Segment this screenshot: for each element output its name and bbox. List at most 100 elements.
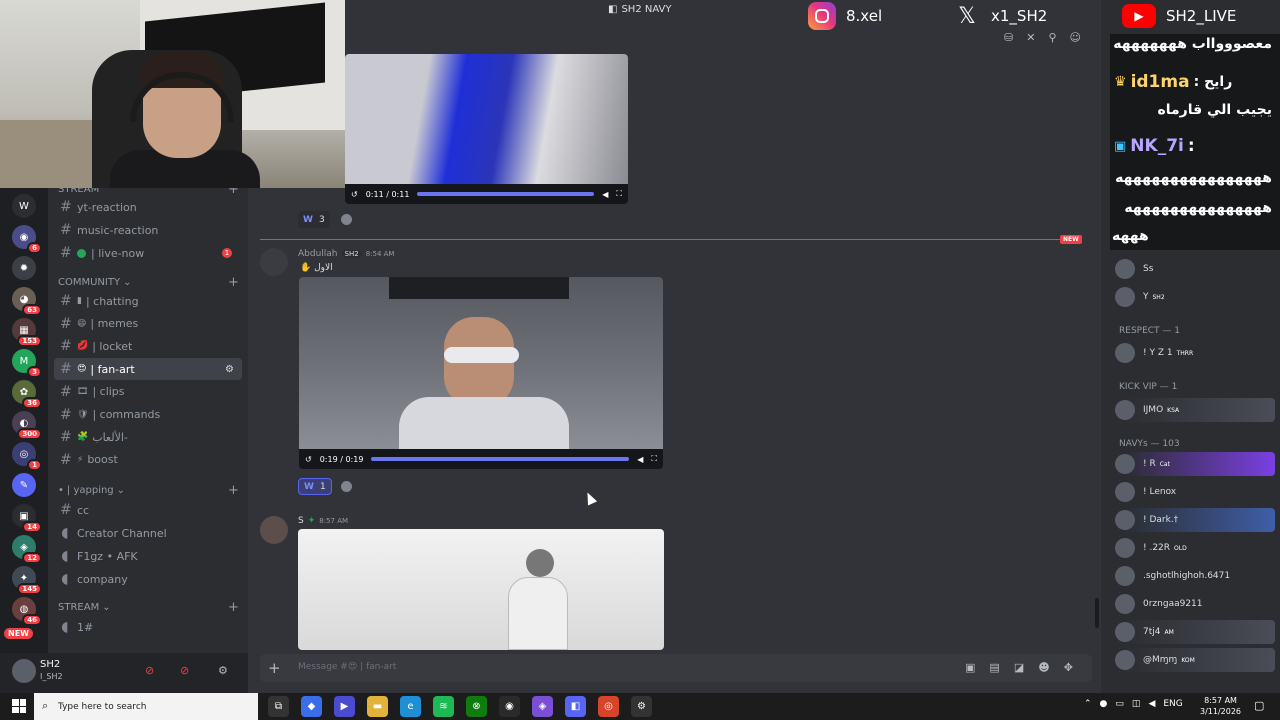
- xbox-icon[interactable]: ⊗: [466, 696, 487, 717]
- discord-icon[interactable]: ◧: [565, 696, 586, 717]
- spotify-icon[interactable]: ≋: [433, 696, 454, 717]
- attach-icon[interactable]: +: [268, 659, 281, 677]
- members-icon[interactable]: ☺: [1070, 31, 1081, 44]
- channel-item[interactable]: # 🛡 | commands: [54, 404, 242, 426]
- member-row[interactable]: ! Y Z 1 THRR: [1107, 341, 1275, 365]
- volume-icon[interactable]: ◀: [1148, 699, 1155, 709]
- member-row[interactable]: ! .22R OLD: [1107, 536, 1275, 560]
- add-reaction-icon[interactable]: [341, 481, 352, 492]
- add-channel-icon[interactable]: +: [228, 483, 239, 498]
- obs-icon[interactable]: ◉: [499, 696, 520, 717]
- member-row[interactable]: .sghotlhighoh.6471: [1107, 564, 1275, 588]
- channel-item[interactable]: # 😍 | fan-art ⚙: [54, 358, 242, 381]
- add-channel-icon[interactable]: +: [228, 275, 239, 290]
- server-icon[interactable]: ✎: [12, 473, 36, 497]
- edge-icon[interactable]: e: [400, 696, 421, 717]
- channel-item[interactable]: # music-reaction: [54, 219, 242, 241]
- voice-channel[interactable]: ◖ F1gz • AFK: [54, 545, 242, 567]
- pin-icon[interactable]: ⚲: [1048, 31, 1056, 44]
- member-row[interactable]: ! R Cat: [1107, 452, 1275, 476]
- apps-icon[interactable]: ✥: [1064, 661, 1073, 674]
- member-row[interactable]: IJMO KSA: [1107, 398, 1275, 422]
- language-indicator[interactable]: ENG: [1163, 699, 1182, 709]
- member-row[interactable]: 0rzngaa9211: [1107, 592, 1275, 616]
- channel-item[interactable]: # yt-reaction: [54, 196, 242, 218]
- server-icon[interactable]: ✹: [12, 256, 36, 280]
- reaction-chip[interactable]: W 3: [298, 211, 330, 228]
- settings-icon[interactable]: ⚙: [218, 664, 228, 677]
- member-row[interactable]: Ss: [1107, 257, 1275, 281]
- chevron-up-icon[interactable]: ⌃: [1084, 699, 1092, 709]
- network-icon[interactable]: ◫: [1132, 699, 1141, 709]
- new-pill[interactable]: NEW: [4, 628, 33, 639]
- media-player-icon[interactable]: ▶: [334, 696, 355, 717]
- member-row[interactable]: 7tj4 AM: [1107, 620, 1275, 644]
- reaction-chip[interactable]: W 1: [298, 478, 332, 495]
- taskbar-search[interactable]: ⌕ Type here to search: [34, 693, 258, 720]
- threads-icon[interactable]: ⛁: [1004, 31, 1013, 44]
- channel-item[interactable]: # 🎞 | clips: [54, 381, 242, 403]
- server-icon[interactable]: ✦ 145: [12, 566, 42, 595]
- mic-muted-icon[interactable]: ⊘: [145, 664, 154, 677]
- member-row[interactable]: ! Dark.†: [1107, 508, 1275, 532]
- settings-icon[interactable]: ⚙: [225, 364, 234, 375]
- server-icon[interactable]: ◎ 1: [12, 442, 42, 471]
- deafened-icon[interactable]: ⊘: [180, 664, 189, 677]
- server-icon[interactable]: M3: [12, 349, 42, 378]
- video-attachment[interactable]: ↺ 0:19 / 0:19 ◀ ⛶: [299, 277, 663, 469]
- chrome-icon[interactable]: ◎: [598, 696, 619, 717]
- emoji-icon[interactable]: ☻: [1038, 661, 1049, 674]
- voice-channel[interactable]: ◖ Creator Channel: [54, 522, 242, 544]
- category-yapping[interactable]: • | yapping ⌄ +: [58, 483, 239, 498]
- voice-channel[interactable]: ◖ company: [54, 568, 242, 590]
- member-row[interactable]: @Mɱɱ KOM: [1107, 648, 1275, 672]
- channel-item[interactable]: # 😄 | memes: [54, 313, 242, 335]
- channel-item[interactable]: # 💋 | locket: [54, 335, 242, 357]
- server-icon[interactable]: ◈ 12: [12, 535, 42, 564]
- replay-icon[interactable]: ↺: [305, 455, 312, 464]
- gift-icon[interactable]: ▣: [965, 661, 975, 674]
- channel-item[interactable]: # ⚡ boost: [54, 449, 242, 471]
- video-attachment[interactable]: ↺ 0:11 / 0:11 ◀ ⛶: [345, 54, 628, 204]
- author-name[interactable]: Abdullah: [298, 249, 338, 259]
- server-icon[interactable]: W: [12, 194, 36, 218]
- sticker-icon[interactable]: ◪: [1014, 661, 1024, 674]
- settings-icon[interactable]: ⚙: [631, 696, 652, 717]
- battery-icon[interactable]: ▭: [1115, 699, 1124, 709]
- scrollbar[interactable]: [1095, 598, 1099, 628]
- channel-item[interactable]: # 🧩 الألعاب-: [54, 426, 242, 448]
- member-row[interactable]: ! Lenox: [1107, 480, 1275, 504]
- mic-icon[interactable]: ●: [1100, 699, 1108, 709]
- add-reaction-icon[interactable]: [341, 214, 352, 225]
- category-stream-bottom[interactable]: STREAM ⌄ +: [58, 600, 239, 615]
- channel-item[interactable]: # ▮ | chatting: [54, 290, 242, 312]
- avatar[interactable]: [260, 516, 288, 544]
- video-progress[interactable]: [371, 457, 630, 461]
- fullscreen-icon[interactable]: ⛶: [616, 189, 622, 199]
- avatar[interactable]: [12, 659, 36, 683]
- avatar[interactable]: [260, 248, 288, 276]
- server-icon[interactable]: ◐ 300: [12, 411, 42, 440]
- fullscreen-icon[interactable]: ⛶: [651, 454, 657, 464]
- message-composer[interactable]: + Message #😍 | fan-art ▣ ▤ ◪ ☻ ✥: [260, 654, 1092, 682]
- mute-icon[interactable]: ✕: [1026, 31, 1035, 44]
- voice-channel[interactable]: ◖ 1#: [54, 616, 242, 638]
- replay-icon[interactable]: ↺: [351, 190, 358, 199]
- server-icon[interactable]: ◉ 6: [12, 225, 42, 254]
- video-attachment[interactable]: [298, 529, 664, 650]
- volume-icon[interactable]: ◀: [637, 455, 643, 464]
- author-name[interactable]: S: [298, 516, 304, 526]
- server-icon[interactable]: ▦ 153: [12, 318, 42, 347]
- server-icon[interactable]: ◕ 63: [12, 287, 42, 316]
- server-icon[interactable]: ◍ 46: [12, 597, 42, 626]
- volume-icon[interactable]: ◀: [602, 190, 608, 199]
- app-icon[interactable]: ◈: [532, 696, 553, 717]
- add-channel-icon[interactable]: +: [228, 600, 239, 615]
- voice-channel[interactable]: # cc: [54, 499, 242, 521]
- video-progress[interactable]: [417, 192, 595, 196]
- gif-icon[interactable]: ▤: [989, 661, 999, 674]
- member-row[interactable]: Y SH2: [1107, 285, 1275, 309]
- server-icon[interactable]: ✿ 36: [12, 380, 42, 409]
- windows-start-icon[interactable]: [12, 699, 26, 713]
- notifications-icon[interactable]: ▢: [1254, 699, 1264, 712]
